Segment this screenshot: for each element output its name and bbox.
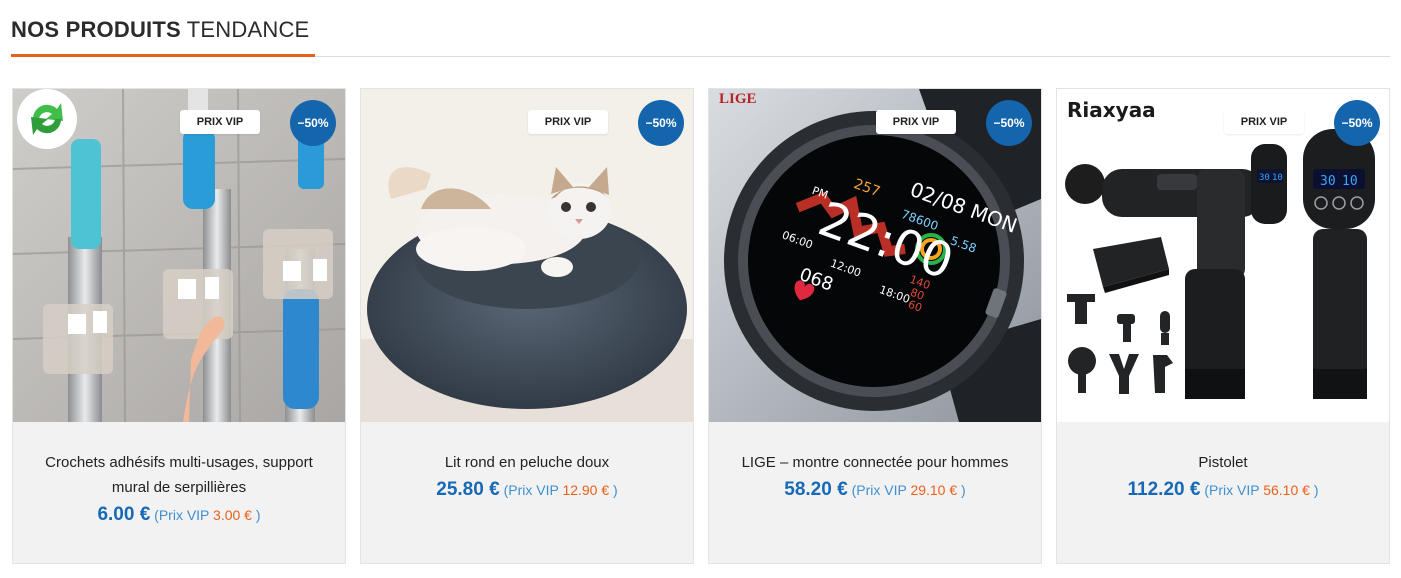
product-title[interactable]: LIGE – montre connectée pour hommes (727, 450, 1023, 475)
vip-price-label: (Prix VIP (1204, 482, 1260, 498)
vip-price-label: (Prix VIP (851, 482, 907, 498)
vip-price: 12.90 € (562, 482, 610, 498)
watch-brand-logo: LIGE (719, 91, 757, 107)
product-image-mop-holder[interactable]: PRIX VIP −50% (13, 89, 345, 422)
product-title[interactable]: Lit rond en peluche doux (379, 450, 675, 475)
product-title[interactable]: Crochets adhésifs multi-usages, support … (31, 450, 327, 500)
product-info: Pistolet 112.20 € (Prix VIP 56.10 € ) (1057, 422, 1389, 563)
product-card-mop-holder[interactable]: PRIX VIP −50% Crochets adhésifs multi-us… (12, 88, 346, 564)
product-card-massage-gun[interactable]: Riaxyaa 30 10 30 10 PRIX VIP −50% Pistol… (1056, 88, 1390, 564)
vip-badge: PRIX VIP (528, 110, 608, 134)
product-card-smartwatch[interactable]: LIGE 257 02/08 MON PM 22:00 78600 5.58 0… (708, 88, 1042, 564)
section-title-bold: NOS PRODUITS (11, 17, 181, 42)
section-title: NOS PRODUITS TENDANCE (11, 16, 309, 44)
vip-badge: PRIX VIP (876, 110, 956, 134)
vip-price: 29.10 € (910, 482, 958, 498)
product-price: 58.20 € (784, 479, 848, 500)
gun-display-b-large: 10 (1342, 174, 1358, 189)
product-price: 6.00 € (97, 504, 151, 525)
gun-display-b: 10 (1272, 173, 1283, 183)
product-price: 25.80 € (436, 479, 500, 500)
price-line: 6.00 € (Prix VIP 3.00 € ) (13, 504, 345, 526)
product-price: 112.20 € (1127, 479, 1201, 500)
vip-badge: PRIX VIP (180, 110, 260, 134)
price-line: 58.20 € (Prix VIP 29.10 € ) (709, 479, 1041, 501)
section-title-light: TENDANCE (186, 17, 310, 42)
product-info: Crochets adhésifs multi-usages, support … (13, 422, 345, 563)
vip-price-label: (Prix VIP (154, 507, 210, 523)
price-line: 112.20 € (Prix VIP 56.10 € ) (1057, 479, 1389, 501)
vip-price-close: ) (961, 482, 966, 498)
vip-price-close: ) (613, 482, 618, 498)
price-line: 25.80 € (Prix VIP 12.90 € ) (361, 479, 693, 501)
vip-price: 56.10 € (1263, 482, 1310, 498)
product-card-pet-bed[interactable]: PRIX VIP −50% Lit rond en peluche doux 2… (360, 88, 694, 564)
discount-badge: −50% (1334, 100, 1380, 146)
product-info: LIGE – montre connectée pour hommes 58.2… (709, 422, 1041, 563)
discount-badge: −50% (986, 100, 1032, 146)
discount-badge: −50% (638, 100, 684, 146)
vip-price: 3.00 € (213, 507, 252, 523)
discount-badge: −50% (290, 100, 336, 146)
gun-display-a-large: 30 (1320, 174, 1336, 189)
product-image-massage-gun[interactable]: Riaxyaa 30 10 30 10 PRIX VIP −50% (1057, 89, 1389, 422)
vip-badge: PRIX VIP (1224, 110, 1304, 134)
vip-price-label: (Prix VIP (503, 482, 559, 498)
product-grid: PRIX VIP −50% Crochets adhésifs multi-us… (12, 88, 1392, 564)
product-image-smartwatch[interactable]: LIGE 257 02/08 MON PM 22:00 78600 5.58 0… (709, 89, 1041, 422)
brand-logo: Riaxyaa (1067, 98, 1156, 122)
vip-price-close: ) (255, 507, 261, 523)
product-info: Lit rond en peluche doux 25.80 € (Prix V… (361, 422, 693, 563)
product-title[interactable]: Pistolet (1075, 450, 1371, 475)
product-image-pet-bed[interactable]: PRIX VIP −50% (361, 89, 693, 422)
gun-display-a: 30 (1259, 173, 1270, 183)
vip-price-close: ) (1313, 482, 1319, 498)
section-title-underline (11, 54, 315, 57)
